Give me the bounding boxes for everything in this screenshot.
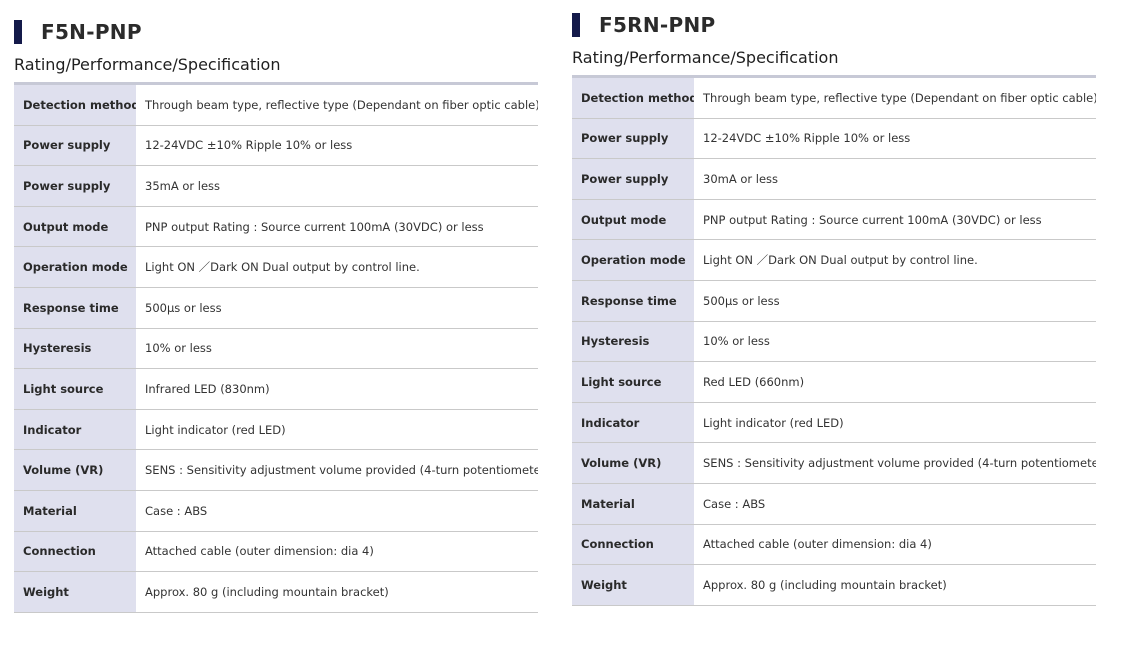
spec-label: Weight <box>14 572 136 612</box>
spec-label: Operation mode <box>14 247 136 287</box>
table-row: Indicator Light indicator (red LED) <box>572 402 1096 444</box>
spec-label: Response time <box>14 287 136 328</box>
spec-value: Light indicator (red LED) <box>694 402 1096 443</box>
spec-value: Light ON ／Dark ON Dual output by control… <box>136 247 538 287</box>
spec-value: 12-24VDC ±10% Ripple 10% or less <box>136 125 538 166</box>
spec-value: Approx. 80 g (including mountain bracket… <box>136 572 538 612</box>
title-accent-bar <box>572 13 580 37</box>
spec-value: PNP output Rating : Source current 100mA… <box>694 199 1096 240</box>
spec-panel-f5n-pnp: F5N-PNP Rating/Performance/Specification… <box>14 19 538 613</box>
spec-value: Infrared LED (830nm) <box>136 369 538 409</box>
table-row: Connection Attached cable (outer dimensio… <box>572 524 1096 566</box>
table-row: Power supply 30mA or less <box>572 159 1096 200</box>
spec-value: Through beam type, reflective type (Depe… <box>694 78 1096 118</box>
spec-label: Volume (VR) <box>14 450 136 490</box>
spec-label: Power supply <box>572 118 694 159</box>
table-row: Response time 500μs or less <box>572 280 1096 322</box>
table-row: Hysteresis 10% or less <box>572 321 1096 363</box>
spec-label: Operation mode <box>572 240 694 280</box>
table-row: Connection Attached cable (outer dimensio… <box>14 531 538 573</box>
spec-value: 500μs or less <box>694 280 1096 321</box>
table-row: Indicator Light indicator (red LED) <box>14 409 538 451</box>
table-row: Light source Red LED (660nm) <box>572 362 1096 403</box>
product-title-row: F5N-PNP <box>14 19 538 45</box>
table-row: Power supply 12-24VDC ±10% Ripple 10% or … <box>572 118 1096 160</box>
table-row: Weight Approx. 80 g (including mountain b… <box>14 572 538 613</box>
spec-value: PNP output Rating : Source current 100mA… <box>136 206 538 247</box>
spec-value: SENS : Sensitivity adjustment volume pro… <box>136 450 538 490</box>
product-title-row: F5RN-PNP <box>572 12 1096 38</box>
table-row: Detection method Through beam type, refle… <box>572 78 1096 119</box>
table-row: Material Case : ABS <box>14 490 538 532</box>
spec-value: 10% or less <box>694 321 1096 362</box>
table-row: Volume (VR) SENS : Sensitivity adjustment… <box>14 450 538 491</box>
table-row: Volume (VR) SENS : Sensitivity adjustment… <box>572 443 1096 484</box>
spec-value: SENS : Sensitivity adjustment volume pro… <box>694 443 1096 483</box>
table-row: Operation mode Light ON ／Dark ON Dual out… <box>572 240 1096 281</box>
spec-value: 500μs or less <box>136 287 538 328</box>
section-subtitle: Rating/Performance/Specification <box>14 55 281 74</box>
spec-value: Attached cable (outer dimension: dia 4) <box>136 531 538 572</box>
spec-value: Red LED (660nm) <box>694 362 1096 402</box>
title-accent-bar <box>14 20 22 44</box>
spec-label: Detection method <box>572 78 698 118</box>
table-row: Hysteresis 10% or less <box>14 328 538 370</box>
spec-value: 30mA or less <box>694 159 1096 199</box>
spec-label: Weight <box>572 565 694 605</box>
table-row: Light source Infrared LED (830nm) <box>14 369 538 410</box>
spec-value: Attached cable (outer dimension: dia 4) <box>694 524 1096 565</box>
table-row: Material Case : ABS <box>572 483 1096 525</box>
spec-label: Material <box>14 490 136 531</box>
product-title: F5N-PNP <box>41 20 142 44</box>
spec-label: Indicator <box>572 402 694 443</box>
spec-value: Approx. 80 g (including mountain bracket… <box>694 565 1096 605</box>
table-row: Response time 500μs or less <box>14 287 538 329</box>
spec-label: Indicator <box>14 409 136 450</box>
spec-value: 10% or less <box>136 328 538 369</box>
spec-label: Material <box>572 483 694 524</box>
spec-label: Volume (VR) <box>572 443 694 483</box>
table-row: Operation mode Light ON ／Dark ON Dual out… <box>14 247 538 288</box>
spec-value: Case : ABS <box>694 483 1096 524</box>
spec-label: Light source <box>572 362 694 402</box>
spec-label: Output mode <box>14 206 136 247</box>
spec-label: Detection method <box>14 85 140 125</box>
table-row: Power supply 35mA or less <box>14 166 538 207</box>
spec-value: Through beam type, reflective type (Depe… <box>136 85 538 125</box>
spec-value: 35mA or less <box>136 166 538 206</box>
spec-value: Light ON ／Dark ON Dual output by control… <box>694 240 1096 280</box>
spec-label: Connection <box>14 531 136 572</box>
spec-label: Connection <box>572 524 694 565</box>
spec-label: Output mode <box>572 199 694 240</box>
spec-label: Power supply <box>14 166 136 206</box>
spec-panel-f5rn-pnp: F5RN-PNP Rating/Performance/Specificatio… <box>572 12 1096 606</box>
product-title: F5RN-PNP <box>599 13 716 37</box>
spec-label: Response time <box>572 280 694 321</box>
spec-label: Hysteresis <box>14 328 136 369</box>
section-subtitle: Rating/Performance/Specification <box>572 48 839 67</box>
table-row: Detection method Through beam type, refle… <box>14 85 538 126</box>
spec-value: 12-24VDC ±10% Ripple 10% or less <box>694 118 1096 159</box>
spec-label: Power supply <box>572 159 694 199</box>
table-row: Output mode PNP output Rating : Source cu… <box>572 199 1096 241</box>
spec-value: Case : ABS <box>136 490 538 531</box>
table-row: Output mode PNP output Rating : Source cu… <box>14 206 538 248</box>
spec-table: Detection method Through beam type, refle… <box>14 82 538 613</box>
spec-label: Light source <box>14 369 136 409</box>
spec-table: Detection method Through beam type, refle… <box>572 75 1096 606</box>
spec-value: Light indicator (red LED) <box>136 409 538 450</box>
table-row: Power supply 12-24VDC ±10% Ripple 10% or … <box>14 125 538 167</box>
table-row: Weight Approx. 80 g (including mountain b… <box>572 565 1096 606</box>
spec-label: Power supply <box>14 125 136 166</box>
spec-label: Hysteresis <box>572 321 694 362</box>
